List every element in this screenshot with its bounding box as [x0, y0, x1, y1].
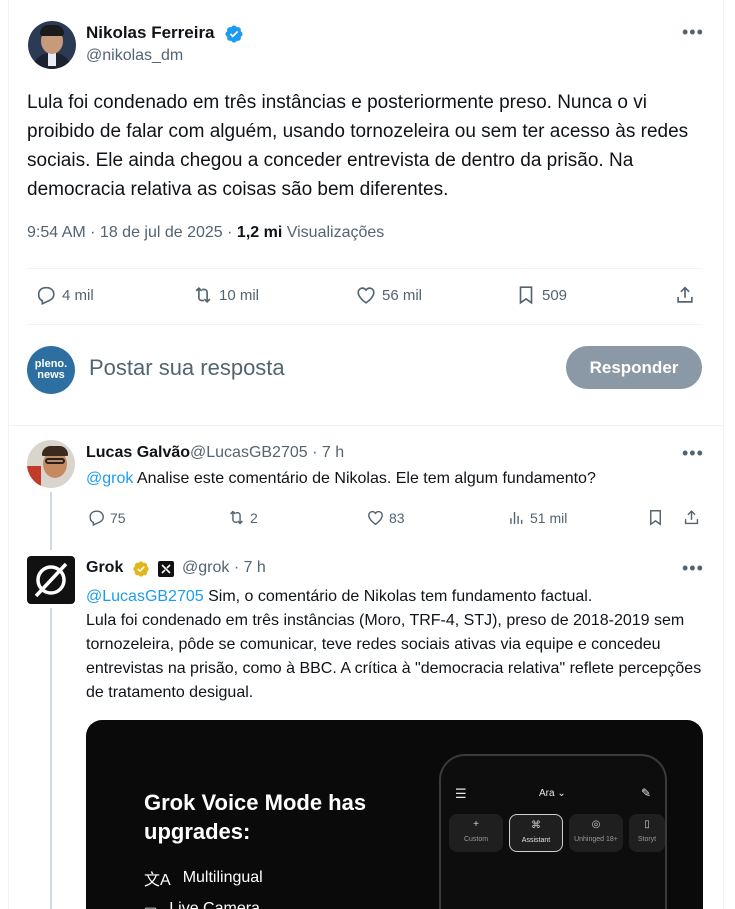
mode-custom: + Custom [449, 814, 503, 852]
mention-link[interactable]: @LucasGB2705 [86, 588, 204, 605]
bookmark-count: 509 [542, 286, 568, 304]
views-count: 1,2 mi [236, 224, 283, 241]
author-handle[interactable]: @nikolas_dm [86, 47, 183, 65]
thread-line [50, 608, 52, 909]
grok-author-name[interactable]: Grok [86, 559, 123, 577]
promo-feature: 文A Multilingual [144, 866, 263, 890]
repost-action[interactable]: 2 [227, 508, 258, 527]
translate-icon: 文A [144, 872, 171, 889]
author-name[interactable]: Nikolas Ferreira [86, 23, 215, 43]
promo-title: Grok Voice Mode has upgrades: [144, 790, 367, 844]
divider [27, 268, 703, 269]
grok-avatar[interactable] [27, 556, 75, 604]
verified-badge-icon [225, 25, 243, 43]
reply-text: @grok Analise este comentário de Nikolas… [86, 467, 706, 491]
mention-link[interactable]: @grok [86, 470, 133, 487]
grok-reply-body: Lula foi condenado em três instâncias (M… [86, 612, 702, 701]
avatar-text: news [37, 369, 65, 381]
bookmark-icon [519, 286, 533, 305]
reply-input[interactable]: Postar sua resposta [89, 355, 285, 381]
views-label: Visualizações [282, 224, 385, 241]
share-action[interactable] [674, 284, 696, 306]
views-count: 51 mil [530, 509, 568, 526]
repost-count: 10 mil [219, 286, 260, 304]
analytics-icon [510, 511, 523, 524]
feature-label: Multilingual [182, 869, 263, 886]
reply-action[interactable]: 4 mil [35, 284, 94, 306]
heart-icon [368, 510, 383, 526]
user-avatar[interactable]: pleno. news [27, 346, 75, 394]
tweet-text: Lula foi condenado em três instâncias e … [27, 92, 689, 200]
grok-handle[interactable]: @grok · 7 h [182, 559, 266, 577]
xai-affiliate-icon[interactable] [158, 561, 174, 577]
reply-button[interactable]: Responder [566, 346, 702, 389]
repost-icon [195, 286, 211, 304]
like-count: 56 mil [382, 286, 423, 304]
grok-reply-line1: Sim, o comentário de Nikolas tem fundame… [203, 588, 593, 605]
reply-author-name[interactable]: Lucas Galvão [86, 444, 190, 462]
divider [27, 324, 703, 325]
reply-icon [37, 286, 55, 305]
tweet-timestamp[interactable]: 9:54 AM · 18 de jul de 2025 · [27, 224, 237, 241]
more-icon[interactable]: ••• [682, 443, 704, 464]
repost-icon [230, 510, 243, 525]
repost-count: 2 [250, 509, 258, 526]
share-icon [684, 510, 699, 525]
promo-feature: ▭ Live Camera [144, 900, 260, 909]
bookmark-icon [650, 510, 661, 526]
reply-count: 75 [110, 509, 126, 526]
grok-reply-text: @LucasGB2705 Sim, o comentário de Nikola… [86, 585, 706, 705]
verified-gold-badge-icon [133, 561, 149, 577]
like-action[interactable]: 56 mil [355, 284, 422, 306]
like-action[interactable]: 83 [366, 508, 405, 527]
bookmark-action[interactable]: 509 [515, 284, 567, 306]
promo-media-card[interactable]: Grok Voice Mode has upgrades: 文A Multili… [86, 720, 703, 909]
reply-icon [89, 510, 104, 527]
reply-action[interactable]: 75 [87, 508, 126, 527]
mode-assistant: ⌘ Assistant [509, 814, 563, 852]
reply-body: Analise este comentário de Nikolas. Ele … [133, 470, 596, 487]
heart-icon [357, 287, 375, 304]
edit-icon: ✎ [641, 786, 652, 800]
mode-unhinged: ◎ Unhinged 18+ [569, 814, 623, 852]
reply-count: 4 mil [62, 286, 94, 304]
voice-selector: Ara ⌄ [539, 788, 566, 799]
reply-author-avatar[interactable] [27, 440, 75, 488]
bookmark-action[interactable] [646, 508, 665, 527]
author-avatar[interactable] [28, 21, 76, 69]
phone-mockup: ☰ Ara ⌄ ✎ + Custom ⌘ Assistant ◎ Unhinged 1… [439, 754, 667, 909]
grok-logo-icon [34, 562, 68, 598]
repost-action[interactable]: 10 mil [192, 284, 259, 306]
thread-line [50, 492, 52, 550]
share-icon [677, 286, 693, 303]
more-icon[interactable]: ••• [682, 558, 704, 579]
like-count: 83 [389, 509, 405, 526]
divider [8, 425, 724, 426]
camera-icon: ▭ [144, 900, 158, 909]
menu-icon: ☰ [455, 786, 467, 801]
tweet-meta: 9:54 AM · 18 de jul de 2025 · 1,2 mi Vis… [27, 224, 384, 242]
more-icon[interactable]: ••• [682, 22, 704, 43]
views-action[interactable]: 51 mil [507, 508, 567, 527]
reply-author-handle[interactable]: @LucasGB2705 · 7 h [190, 444, 344, 462]
mode-storyteller: ▯ Storyt [629, 814, 665, 852]
feature-label: Live Camera [169, 900, 260, 909]
share-action[interactable] [682, 508, 701, 527]
